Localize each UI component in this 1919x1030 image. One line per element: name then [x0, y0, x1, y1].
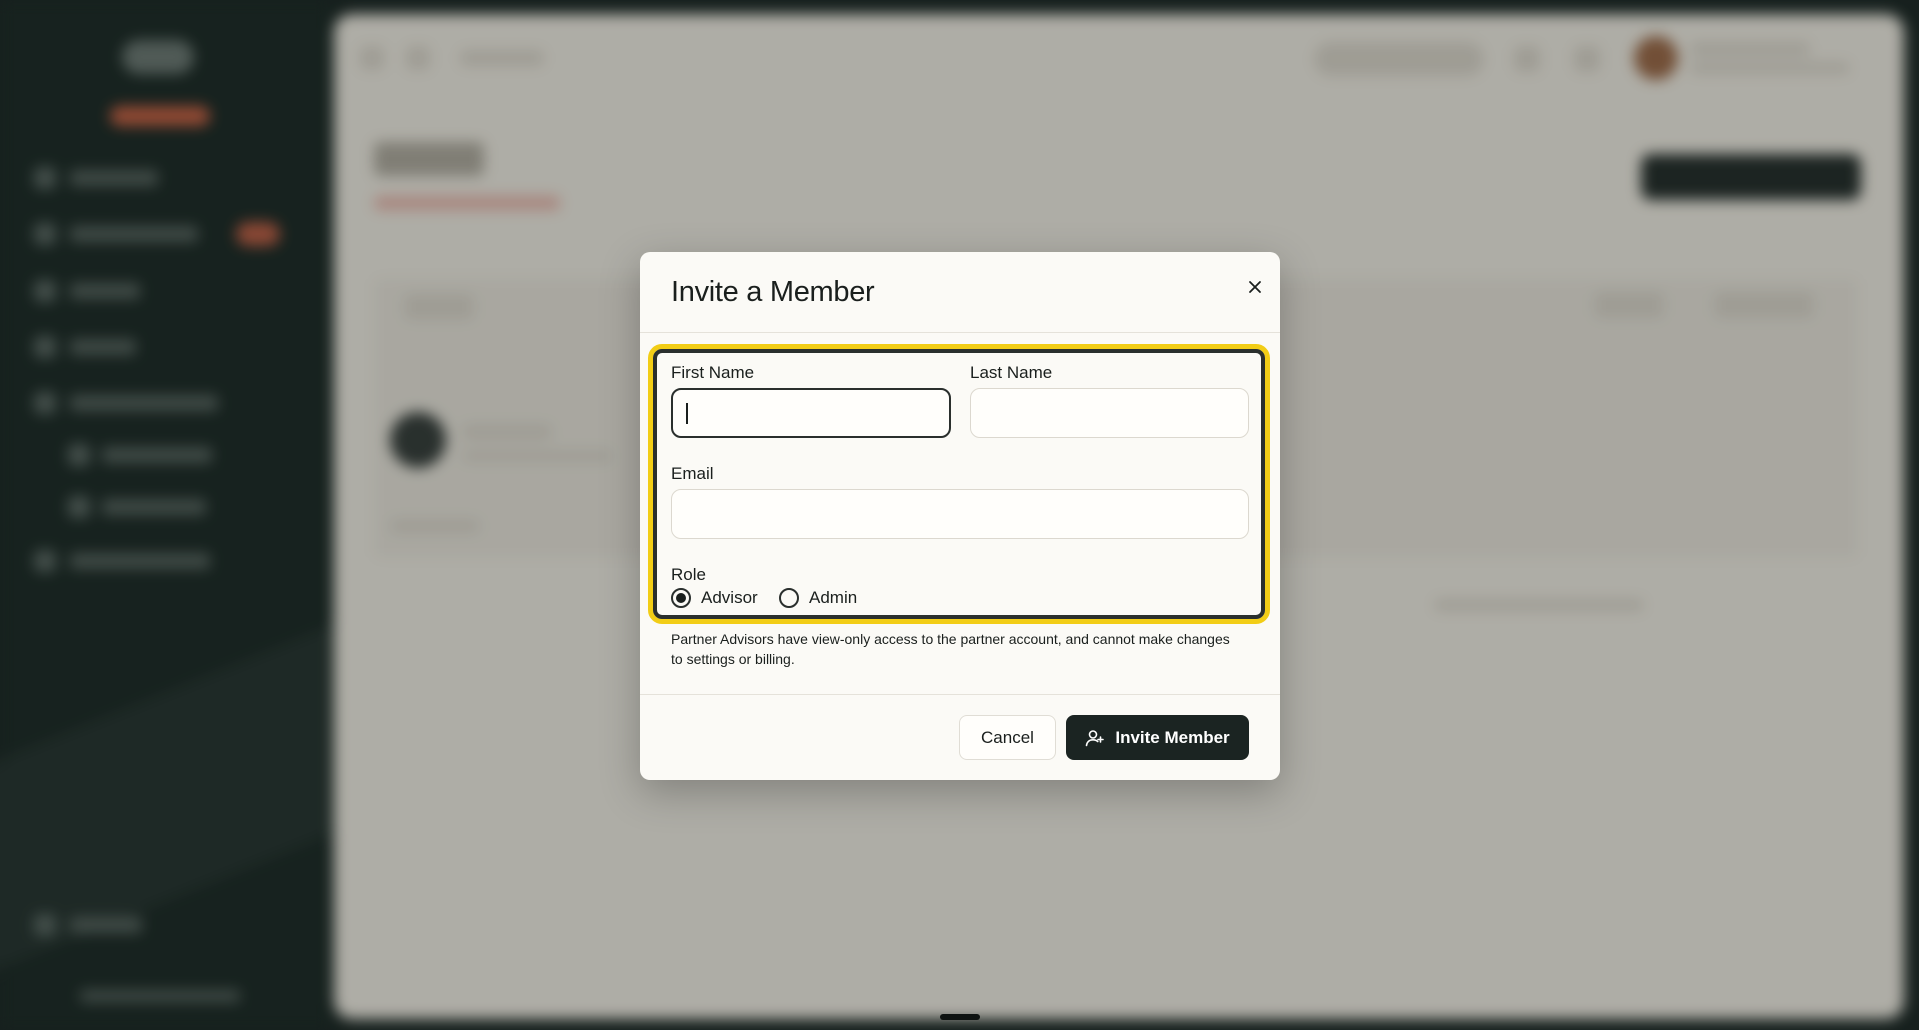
invite-member-button[interactable]: Invite Member [1066, 715, 1249, 760]
role-option-advisor[interactable]: Advisor [671, 588, 758, 608]
text-cursor [686, 403, 688, 424]
first-name-input[interactable] [671, 388, 951, 438]
advisor-radio[interactable] [671, 588, 691, 608]
admin-radio-label[interactable]: Admin [809, 588, 857, 608]
invite-member-label: Invite Member [1115, 727, 1230, 747]
close-icon [1249, 281, 1261, 293]
close-button[interactable] [1240, 272, 1270, 302]
role-label: Role [671, 565, 706, 584]
modal-title: Invite a Member [671, 276, 875, 308]
last-name-input[interactable] [970, 388, 1249, 438]
modal-header: Invite a Member [640, 252, 1280, 333]
invite-member-modal: Invite a Member First Name Last Name Ema… [640, 252, 1280, 780]
home-indicator [940, 1014, 980, 1020]
footer-divider [640, 694, 1280, 695]
user-plus-icon [1086, 729, 1105, 746]
advisor-radio-label[interactable]: Advisor [701, 588, 758, 608]
highlight-frame [648, 344, 1270, 624]
admin-radio[interactable] [779, 588, 799, 608]
last-name-label: Last Name [970, 363, 1053, 382]
email-input[interactable] [671, 489, 1249, 539]
first-name-label: First Name [671, 363, 755, 382]
role-help-text: Partner Advisors have view-only access t… [671, 631, 1230, 667]
radio-selected-dot [676, 593, 686, 603]
cancel-button[interactable]: Cancel [959, 715, 1056, 760]
role-option-admin[interactable]: Admin [779, 588, 857, 608]
email-label: Email [671, 464, 714, 483]
